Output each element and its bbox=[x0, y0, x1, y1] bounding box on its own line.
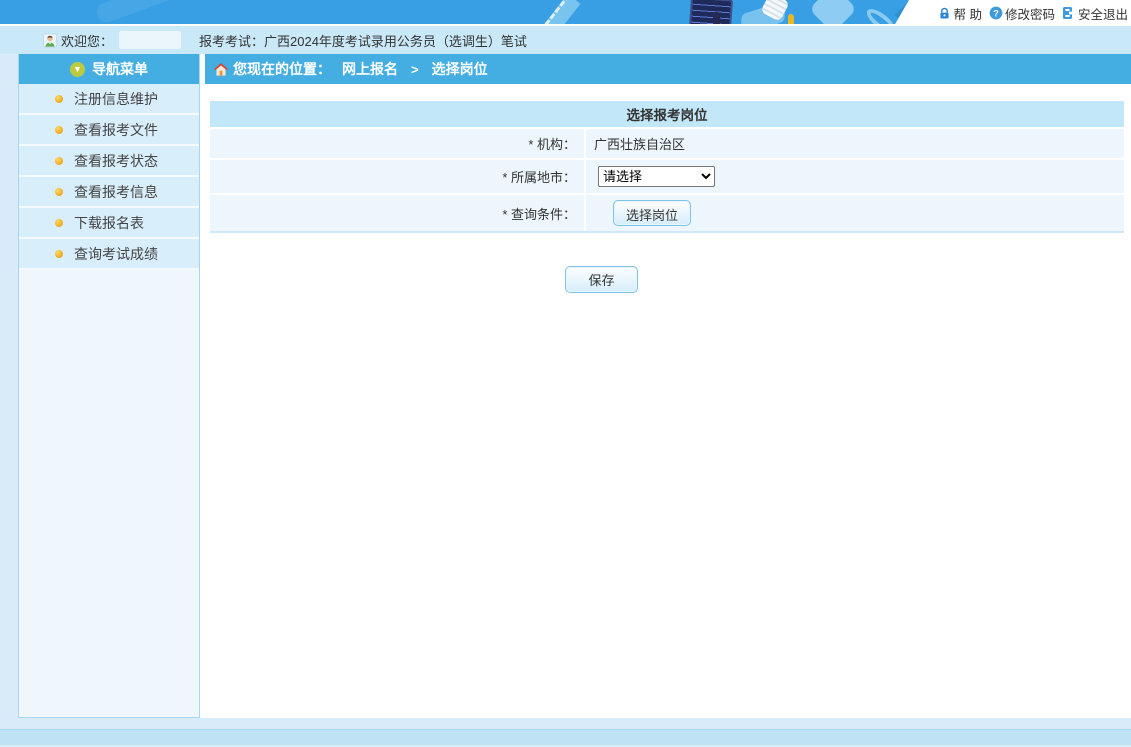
bullet-icon bbox=[55, 126, 63, 134]
chevron-down-icon[interactable]: ▼ bbox=[70, 62, 85, 77]
content-area: ▼ 导航菜单 注册信息维护 查看报考文件 查看报考状态 查看报考信息 下载报名表… bbox=[0, 54, 1131, 718]
organization-label: * 机构： bbox=[210, 129, 586, 158]
user-name-redacted bbox=[119, 31, 181, 49]
banner-art-screen bbox=[689, 0, 733, 26]
sidebar-item-label: 查询考试成绩 bbox=[74, 244, 158, 264]
save-button-row: 保存 bbox=[205, 233, 1131, 293]
job-selection-form: 选择报考岗位 * 机构： 广西壮族自治区 * 所属地市： 请选择 * 查询条件： bbox=[210, 101, 1124, 233]
choose-position-button[interactable]: 选择岗位 bbox=[613, 200, 691, 226]
footer-gap bbox=[0, 718, 1131, 729]
sidebar-item-exam-status[interactable]: 查看报考状态 bbox=[19, 146, 199, 177]
logout-link[interactable]: 安全退出 bbox=[1062, 4, 1128, 23]
breadcrumb: 您现在的位置： 网上报名 > 选择岗位 bbox=[205, 54, 1131, 84]
banner-art-shape bbox=[94, 0, 176, 25]
form-row-organization: * 机构： 广西壮族自治区 bbox=[210, 129, 1124, 160]
help-link[interactable]: 帮 助 bbox=[937, 4, 981, 23]
query-condition-label: * 查询条件： bbox=[210, 195, 586, 231]
form-row-city: * 所属地市： 请选择 bbox=[210, 160, 1124, 195]
city-select[interactable]: 请选择 bbox=[598, 166, 715, 187]
footer-bar bbox=[0, 729, 1131, 745]
welcome-bar: 欢迎您： 报考考试：广西2024年度考试录用公务员（选调生）笔试 bbox=[0, 26, 1131, 54]
sidebar-item-register-info[interactable]: 注册信息维护 bbox=[19, 84, 199, 115]
banner-links: 帮 助 ? 修改密码 安全退出 bbox=[909, 0, 1131, 26]
exit-icon bbox=[1062, 6, 1076, 20]
lock-icon bbox=[937, 6, 951, 20]
sidebar-item-exam-score[interactable]: 查询考试成绩 bbox=[19, 239, 199, 270]
breadcrumb-current: 选择岗位 bbox=[432, 59, 488, 79]
sidebar-item-label: 查看报考文件 bbox=[74, 120, 158, 140]
change-password-label: 修改密码 bbox=[1005, 4, 1055, 23]
organization-value: 广西壮族自治区 bbox=[594, 134, 685, 153]
banner-art-person bbox=[713, 12, 720, 26]
question-icon: ? bbox=[989, 6, 1003, 20]
avatar-icon bbox=[43, 33, 57, 47]
breadcrumb-separator: > bbox=[411, 62, 419, 77]
svg-text:?: ? bbox=[993, 8, 999, 19]
bullet-icon bbox=[55, 250, 63, 258]
banner-art-chip bbox=[809, 0, 857, 26]
form-title: 选择报考岗位 bbox=[210, 101, 1124, 129]
sidebar-item-exam-files[interactable]: 查看报考文件 bbox=[19, 115, 199, 146]
bullet-icon bbox=[55, 95, 63, 103]
sidebar-item-label: 查看报考信息 bbox=[74, 182, 158, 202]
sidebar-item-download-form[interactable]: 下载报名表 bbox=[19, 208, 199, 239]
sidebar-item-label: 注册信息维护 bbox=[74, 89, 158, 109]
bullet-icon bbox=[55, 219, 63, 227]
home-icon bbox=[214, 62, 228, 76]
sidebar: ▼ 导航菜单 注册信息维护 查看报考文件 查看报考状态 查看报考信息 下载报名表… bbox=[18, 54, 200, 718]
help-label: 帮 助 bbox=[953, 4, 981, 23]
sidebar-item-label: 下载报名表 bbox=[74, 213, 144, 233]
change-password-link[interactable]: ? 修改密码 bbox=[989, 4, 1055, 23]
main-panel: 您现在的位置： 网上报名 > 选择岗位 选择报考岗位 * 机构： 广西壮族自治区… bbox=[200, 54, 1131, 718]
city-label: * 所属地市： bbox=[210, 160, 586, 193]
sidebar-title: 导航菜单 bbox=[92, 59, 148, 79]
bullet-icon bbox=[55, 157, 63, 165]
save-button[interactable]: 保存 bbox=[565, 266, 638, 293]
banner-art-ribbon bbox=[540, 0, 581, 26]
bullet-icon bbox=[55, 188, 63, 196]
logout-label: 安全退出 bbox=[1078, 4, 1128, 23]
sidebar-item-exam-info[interactable]: 查看报考信息 bbox=[19, 177, 199, 208]
top-banner: 帮 助 ? 修改密码 安全退出 bbox=[0, 0, 1131, 26]
breadcrumb-prefix: 您现在的位置： bbox=[233, 59, 331, 79]
exam-title: 报考考试：广西2024年度考试录用公务员（选调生）笔试 bbox=[199, 31, 527, 50]
breadcrumb-section: 网上报名 bbox=[342, 59, 398, 79]
sidebar-header: ▼ 导航菜单 bbox=[19, 54, 199, 84]
welcome-greeting: 欢迎您： bbox=[61, 31, 113, 50]
form-row-query: * 查询条件： 选择岗位 bbox=[210, 195, 1124, 233]
banner-art-person bbox=[788, 14, 794, 26]
sidebar-item-label: 查看报考状态 bbox=[74, 151, 158, 171]
